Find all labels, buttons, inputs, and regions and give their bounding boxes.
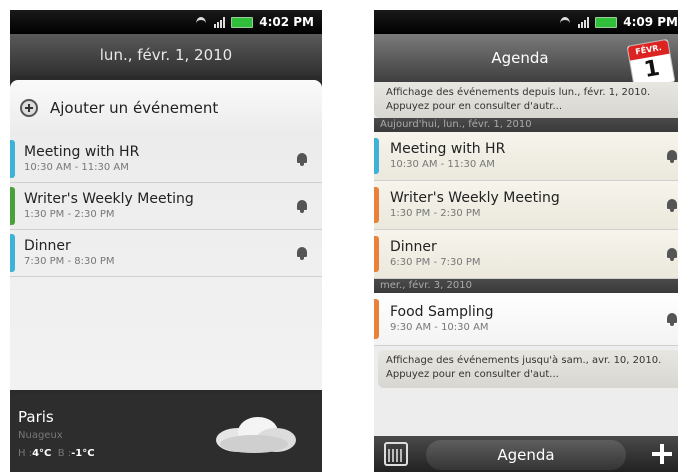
day-separator: mer., févr. 3, 2010 (374, 279, 678, 293)
event-color-bar (374, 138, 379, 174)
event-time: 6:30 PM - 7:30 PM (390, 257, 481, 268)
event-time: 9:30 AM - 10:30 AM (390, 322, 489, 333)
bell-icon (666, 198, 678, 212)
load-later-events[interactable]: Affichage des événements jusqu'à sam., a… (378, 350, 678, 388)
event-item[interactable]: Food Sampling 9:30 AM - 10:30 AM (374, 293, 678, 346)
event-list: Meeting with HR 10:30 AM - 11:30 AM Writ… (10, 136, 322, 390)
low-label: B : (57, 448, 72, 459)
event-item[interactable]: Meeting with HR 10:30 AM - 11:30 AM (10, 136, 322, 183)
weather-condition: Nuageux (18, 430, 63, 441)
event-title: Dinner (390, 239, 437, 255)
event-time: 10:30 AM - 11:30 AM (24, 162, 129, 173)
event-title: Meeting with HR (390, 141, 506, 157)
status-time: 4:09 PM (623, 15, 678, 29)
event-color-bar (374, 236, 379, 272)
load-earlier-events[interactable]: Affichage des événements depuis lun., fé… (374, 82, 678, 118)
event-title: Dinner (24, 238, 71, 254)
bell-icon (296, 199, 308, 213)
weather-widget[interactable]: Paris Nuageux H :4°C B :-1°C (10, 394, 322, 472)
event-time: 1:30 PM - 2:30 PM (390, 208, 481, 219)
date-header: lun., févr. 1, 2010 (10, 34, 322, 76)
battery-icon (231, 16, 254, 28)
event-title: Writer's Weekly Meeting (390, 190, 560, 206)
high-label: H : (18, 448, 33, 459)
agenda-screen: 4:09 PM Agenda FÉVR. 1 Affichage des évé… (374, 10, 678, 472)
status-bar: 4:09 PM (374, 10, 678, 34)
event-item[interactable]: Meeting with HR 10:30 AM - 11:30 AM (374, 132, 678, 181)
signal-icon (214, 16, 226, 28)
add-event-icon[interactable] (650, 442, 674, 466)
battery-icon (595, 16, 618, 28)
event-color-bar (374, 187, 379, 223)
day-view-screen: 4:02 PM lun., févr. 1, 2010 Ajouter un é… (10, 10, 322, 472)
add-event-button[interactable]: Ajouter un événement (10, 80, 322, 136)
status-bar: 4:02 PM (10, 10, 322, 34)
event-item[interactable]: Dinner 7:30 PM - 8:30 PM (10, 230, 322, 277)
agenda-title: Agenda (491, 49, 549, 67)
signal-icon (578, 16, 590, 28)
event-title: Food Sampling (390, 304, 494, 320)
bell-icon (666, 149, 678, 163)
event-time: 1:30 PM - 2:30 PM (24, 209, 115, 220)
cloud-icon (216, 417, 296, 453)
day-separator: Aujourd'hui, lun., févr. 1, 2010 (374, 118, 678, 132)
event-color-bar (374, 299, 379, 339)
agenda-view-button[interactable]: Agenda (426, 440, 626, 470)
weather-temps: H :4°C B :-1°C (18, 448, 95, 459)
event-time: 7:30 PM - 8:30 PM (24, 256, 115, 267)
event-title: Writer's Weekly Meeting (24, 191, 194, 207)
event-color-bar (10, 234, 15, 272)
wifi-icon (194, 17, 208, 27)
event-item[interactable]: Writer's Weekly Meeting 1:30 PM - 2:30 P… (374, 181, 678, 230)
agenda-list: Affichage des événements depuis lun., fé… (374, 82, 678, 436)
event-color-bar (10, 187, 15, 225)
bell-icon (666, 312, 678, 326)
event-color-bar (10, 140, 15, 178)
agenda-header: Agenda FÉVR. 1 (374, 34, 678, 90)
bell-icon (296, 246, 308, 260)
bell-icon (296, 152, 308, 166)
low-temp: -1°C (71, 448, 95, 459)
add-event-label: Ajouter un événement (50, 99, 219, 117)
event-title: Meeting with HR (24, 144, 140, 160)
add-icon (20, 99, 38, 117)
weather-city: Paris (18, 408, 54, 426)
bell-icon (666, 247, 678, 261)
event-time: 10:30 AM - 11:30 AM (390, 159, 495, 170)
status-time: 4:02 PM (259, 15, 314, 29)
wifi-icon (558, 17, 572, 27)
month-view-icon[interactable] (384, 442, 408, 466)
bottom-toolbar: Agenda (374, 436, 678, 472)
event-item[interactable]: Writer's Weekly Meeting 1:30 PM - 2:30 P… (10, 183, 322, 230)
high-temp: 4°C (32, 448, 52, 459)
event-item[interactable]: Dinner 6:30 PM - 7:30 PM (374, 230, 678, 279)
